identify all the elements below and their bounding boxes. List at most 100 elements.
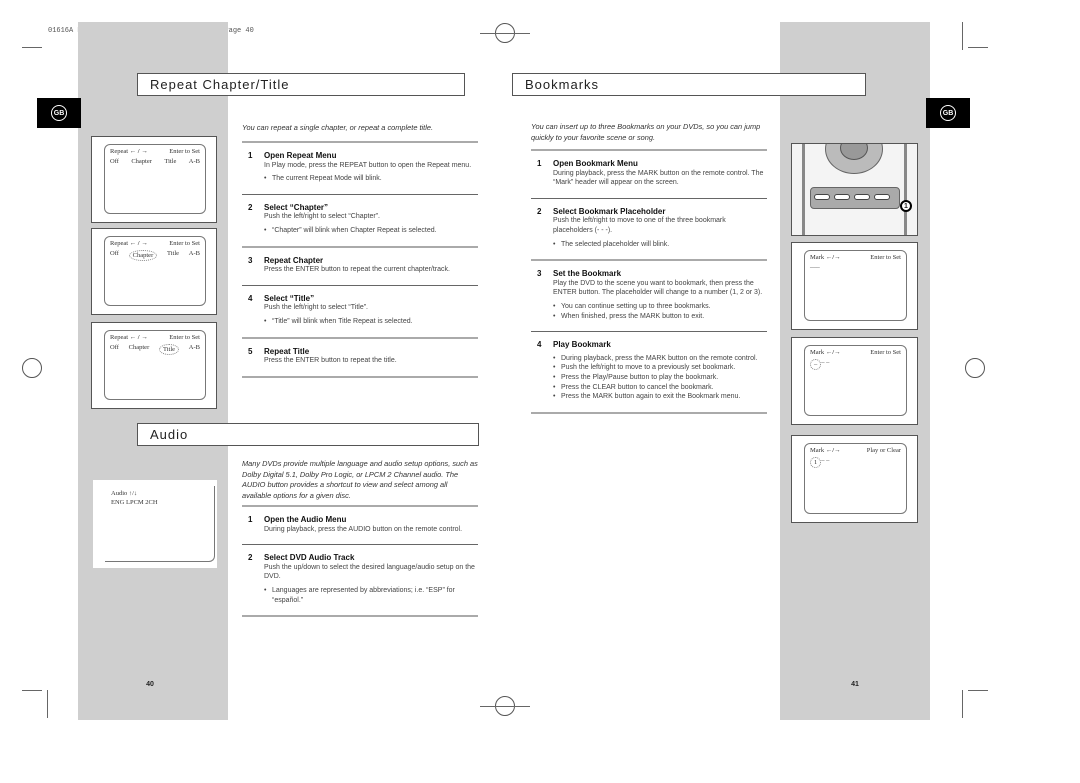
- audio-screen: Audio ↑/↓ ENG LPCM 2CH: [93, 480, 217, 568]
- bookmark-slot: –: [826, 457, 830, 464]
- bookmark-steps: 1 Open Bookmark Menu During playback, pre…: [531, 149, 767, 414]
- repeat-option: A-B: [188, 250, 200, 257]
- repeat-option: Chapter: [128, 344, 150, 351]
- step-text: In Play mode, press the REPEAT button to…: [264, 161, 472, 169]
- left-right-arrows-icon: ←/→: [825, 447, 841, 454]
- step-number: 5: [248, 346, 253, 356]
- repeat-option: A-B: [188, 344, 200, 351]
- step-3: 3 Repeat Chapter Press the ENTER button t…: [242, 248, 478, 285]
- bookmark-slot: –: [821, 359, 825, 366]
- step-text: Push the left/right to select “Chapter”.: [264, 213, 380, 221]
- mark-button: [874, 194, 890, 200]
- repeat-option: Chapter: [131, 158, 152, 165]
- left-right-arrows-icon: ← / →: [129, 148, 148, 155]
- step-number: 3: [537, 269, 542, 279]
- bookmark-slot-selected: 1: [810, 457, 822, 468]
- step-number: 2: [248, 553, 253, 563]
- screen-label: Mark: [810, 447, 825, 454]
- step-text: Push the up/down to select the desired l…: [264, 563, 475, 581]
- section-title-bookmarks: Bookmarks: [512, 73, 866, 96]
- bookmark-screen: Mark ←/→ Enter to Set – – –: [791, 242, 918, 330]
- step-number: 4: [537, 340, 542, 350]
- page-number-left: 40: [146, 681, 154, 688]
- screen-hint: Play or Clear: [866, 447, 901, 454]
- step-bullets: “Title” will blink when Title Repeat is …: [242, 317, 478, 327]
- crop-line: [962, 690, 963, 718]
- repeat-intro: You can repeat a single chapter, or repe…: [242, 123, 434, 132]
- step-4: 4 Play Bookmark During playback, press th…: [531, 332, 767, 412]
- bullet-item: “Title” will blink when Title Repeat is …: [264, 317, 478, 327]
- screen-hint: Enter to Set: [870, 349, 901, 356]
- step-text: Play the DVD to the scene you want to bo…: [553, 279, 763, 297]
- screen-label: Repeat: [110, 148, 129, 155]
- bullet-item: Press the Play/Pause button to play the …: [553, 373, 767, 383]
- repeat-option: Title: [166, 250, 180, 257]
- left-right-arrows-icon: ← / →: [129, 334, 148, 341]
- left-right-arrows-icon: ←/→: [825, 254, 841, 261]
- step-title: Select “Chapter”: [264, 202, 329, 212]
- repeat-option: Off: [110, 344, 119, 351]
- step-1: 1 Open the Audio Menu During playback, pr…: [242, 507, 478, 544]
- step-title: Open Bookmark Menu: [553, 159, 638, 168]
- screen-hint: Enter to Set: [169, 240, 200, 247]
- crop-line: [968, 690, 988, 691]
- repeat-screen: Repeat ← / → Enter to Set Off Chapter Title…: [91, 136, 217, 223]
- page-number-right: 41: [851, 681, 859, 688]
- step-title: Play Bookmark: [553, 340, 611, 350]
- crop-line: [22, 690, 42, 691]
- crop-line: [47, 690, 48, 718]
- bullet-item: Press the CLEAR button to cancel the boo…: [553, 383, 767, 393]
- screen-hint: Enter to Set: [169, 148, 200, 155]
- section-title-audio: Audio: [137, 423, 479, 446]
- step-text: Press the ENTER button to repeat the tit…: [264, 357, 397, 365]
- step-bullets: You can continue setting up to three boo…: [531, 302, 767, 321]
- step-number: 1: [248, 515, 253, 524]
- bookmark-screen: Mark ←/→ Enter to Set – – –: [791, 337, 918, 425]
- step-number: 3: [248, 255, 253, 265]
- step-title: Select DVD Audio Track: [264, 553, 355, 563]
- bookmark-slot: –: [816, 264, 820, 271]
- step-3: 3 Set the Bookmark Play the DVD to the sc…: [531, 261, 767, 331]
- step-bullets: Languages are represented by abbreviatio…: [242, 586, 478, 605]
- step-divider: [242, 375, 478, 378]
- step-title: Select “Title”: [264, 293, 315, 303]
- audio-screen-value: ENG LPCM 2CH: [111, 499, 158, 506]
- bullet-item: Press the MARK button again to exit the …: [553, 392, 767, 402]
- step-bullets: During playback, press the MARK button o…: [531, 354, 767, 402]
- bookmark-slot: –: [826, 359, 830, 366]
- gb-label: GB: [51, 105, 67, 121]
- remote-control-illustration: 1: [791, 143, 918, 236]
- screen-hint: Enter to Set: [870, 254, 901, 261]
- step-5: 5 Repeat Title Press the ENTER button to …: [242, 339, 478, 376]
- bookmark-slot: –: [821, 457, 825, 464]
- bullet-item: “Chapter” will blink when Chapter Repeat…: [264, 226, 478, 236]
- language-badge-left: GB: [37, 98, 81, 128]
- step-text: Push the left/right to move to one of th…: [553, 217, 726, 234]
- step-title: Open Repeat Menu: [264, 151, 337, 160]
- step-2: 2 Select Bookmark Placeholder Push the le…: [531, 199, 767, 259]
- step-title: Set the Bookmark: [553, 269, 622, 279]
- audio-intro: Many DVDs provide multiple language and …: [242, 459, 478, 500]
- step-1: 1 Open Repeat Menu In Play mode, press th…: [242, 143, 478, 194]
- repeat-option: Chapter: [128, 250, 158, 261]
- bullet-item: The selected placeholder will blink.: [553, 240, 767, 250]
- repeat-option: Title: [164, 158, 177, 165]
- bookmarks-intro: You can insert up to three Bookmarks on …: [531, 122, 761, 142]
- screen-label: Mark: [810, 254, 825, 261]
- step-title: Select Bookmark Placeholder: [553, 206, 666, 216]
- crop-line: [968, 47, 988, 48]
- step-text: Push the left/right to select “Title”.: [264, 304, 369, 312]
- step-4: 4 Select “Title” Push the left/right to s…: [242, 286, 478, 337]
- registration-mark: [965, 358, 985, 378]
- bullet-item: Push the left/right to move to a previou…: [553, 363, 767, 373]
- bullet-item: You can continue setting up to three boo…: [553, 302, 767, 312]
- crop-line: [480, 706, 530, 707]
- step-text: Press the ENTER button to repeat the cur…: [264, 266, 450, 274]
- repeat-option: Off: [110, 158, 119, 165]
- language-badge-right: GB: [926, 98, 970, 128]
- section-title-repeat: Repeat Chapter/Title: [137, 73, 465, 96]
- step-title: Repeat Title: [264, 346, 310, 356]
- bullet-item: The current Repeat Mode will blink.: [264, 174, 478, 184]
- step-number: 4: [248, 293, 253, 303]
- repeat-steps: 1 Open Repeat Menu In Play mode, press th…: [242, 141, 478, 378]
